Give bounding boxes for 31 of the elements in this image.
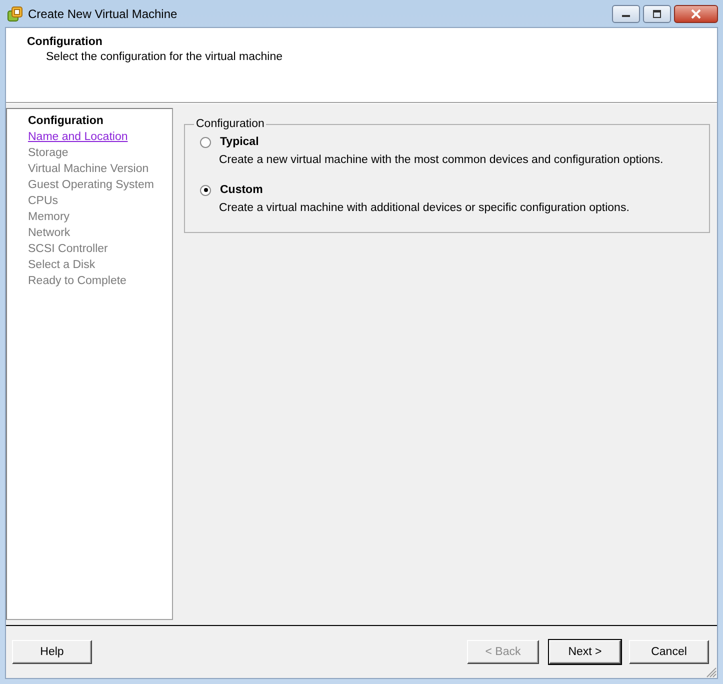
resize-grip-icon — [705, 666, 717, 678]
step-item: Ready to Complete — [28, 274, 128, 289]
window-title: Create New Virtual Machine — [28, 6, 178, 20]
minimize-button[interactable] — [612, 4, 640, 22]
maximize-icon — [652, 10, 662, 18]
option-label: Typical — [220, 136, 259, 148]
step-item: Virtual Machine Version — [28, 162, 150, 177]
step-item: Network — [28, 226, 72, 241]
step-link[interactable]: Name and Location — [28, 129, 172, 145]
radio-button[interactable] — [200, 184, 211, 196]
step-item: Configuration — [28, 114, 104, 129]
step-item: SCSI Controller — [28, 242, 109, 257]
step-item: Storage — [28, 146, 70, 161]
radio-button[interactable] — [200, 136, 211, 148]
step-item: CPUs — [28, 194, 60, 209]
help-button[interactable]: Help — [12, 640, 92, 664]
page-title: Configuration — [27, 36, 104, 48]
page-subtitle: Select the configuration for the virtual machine — [45, 51, 284, 63]
maximize-button[interactable] — [643, 4, 671, 22]
wizard-button[interactable]: Next > — [549, 640, 621, 664]
close-icon — [690, 8, 702, 18]
option-description: Create a virtual machine with additional devices or specific configuration options. — [219, 202, 630, 214]
option-description: Create a new virtual machine with the most common devices and configuration options. — [219, 154, 664, 166]
close-button[interactable] — [674, 4, 718, 22]
wizard-button[interactable]: Cancel — [629, 640, 709, 664]
group-title: Configuration — [195, 118, 266, 130]
step-item: Guest Operating System — [28, 178, 155, 193]
option-label: Custom — [220, 184, 263, 196]
step-item: Select a Disk — [28, 258, 96, 273]
step-item: Memory — [28, 210, 71, 225]
app-logo-icon — [7, 6, 23, 22]
